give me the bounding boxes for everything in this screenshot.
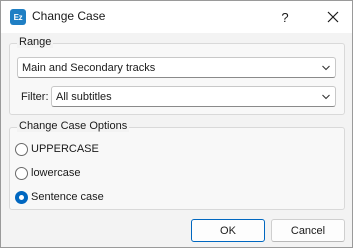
app-icon: Ez — [10, 9, 26, 25]
title-bar: Ez Change Case ? — [1, 1, 352, 33]
radio-label: UPPERCASE — [31, 143, 99, 155]
ok-button[interactable]: OK — [191, 219, 265, 242]
cancel-button[interactable]: Cancel — [271, 219, 345, 242]
chevron-down-icon — [322, 94, 330, 100]
help-button[interactable]: ? — [267, 1, 303, 33]
change-case-options-group: Change Case Options UPPERCASE lowercase … — [9, 120, 345, 210]
tracks-select-value: Main and Secondary tracks — [22, 62, 156, 74]
chevron-down-icon — [322, 65, 330, 71]
close-button[interactable] — [313, 1, 352, 33]
radio-uppercase[interactable]: UPPERCASE — [15, 141, 99, 157]
range-legend: Range — [17, 36, 54, 48]
options-legend: Change Case Options — [17, 120, 130, 132]
radio-label: Sentence case — [31, 191, 104, 203]
change-case-dialog: Ez Change Case ? Range Main and Secondar… — [0, 0, 353, 248]
filter-select[interactable]: All subtitles — [51, 86, 336, 107]
filter-select-value: All subtitles — [56, 91, 112, 103]
radio-lowercase[interactable]: lowercase — [15, 165, 81, 181]
radio-button[interactable] — [15, 166, 28, 180]
radio-label: lowercase — [31, 167, 81, 179]
radio-sentence-case[interactable]: Sentence case — [15, 189, 104, 205]
radio-button[interactable] — [15, 142, 28, 156]
dialog-title: Change Case — [32, 9, 106, 23]
filter-label: Filter: — [21, 91, 49, 103]
range-group: Range Main and Secondary tracks Filter: … — [9, 36, 345, 115]
tracks-select[interactable]: Main and Secondary tracks — [17, 57, 336, 78]
radio-button[interactable] — [15, 190, 28, 204]
close-icon — [327, 11, 338, 23]
